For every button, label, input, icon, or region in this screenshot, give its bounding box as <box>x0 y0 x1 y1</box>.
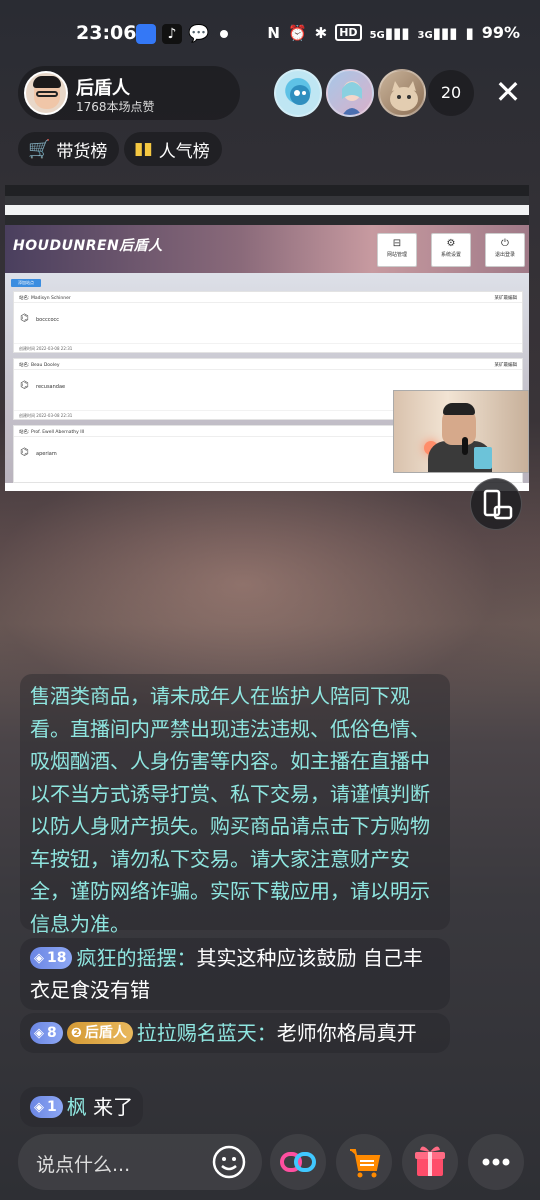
bar-chart-icon: ▮▮ <box>134 139 153 159</box>
wechat-icon: 💬 <box>188 24 210 44</box>
site-logo: HOUDUNREN后盾人 <box>13 238 163 254</box>
host-likes: 1768本场点赞 <box>76 100 155 114</box>
more-icon[interactable] <box>468 1134 524 1190</box>
app-notification-icon <box>136 24 156 44</box>
goods-rank-label: 带货榜 <box>56 141 108 162</box>
shared-screen[interactable]: HOUDUNREN后盾人 ⊟ 网站管理 ⚙ 系统设置 ⏻ 退出登录 添加站点 站名: … <box>5 185 529 491</box>
nfc-icon: N <box>267 23 280 42</box>
browser-tab-bar <box>5 185 529 196</box>
chat-username: 枫 <box>66 1095 87 1119</box>
link-icon[interactable] <box>270 1134 326 1190</box>
comment-placeholder: 说点什么... <box>36 1154 131 1176</box>
chat-username: 拉拉赐名蓝天： <box>136 1021 277 1045</box>
close-icon[interactable]: ✕ <box>490 74 526 110</box>
popularity-rank-button[interactable]: ▮▮ 人气榜 <box>124 132 222 166</box>
battery-level: 99% <box>481 23 520 42</box>
site-icon: ⌬ <box>20 380 29 391</box>
host-card[interactable]: 后盾人 1768本场点赞 <box>18 66 240 120</box>
chat-username: 疯狂的摇摆： <box>76 946 197 970</box>
site-icon: ⌬ <box>20 313 29 324</box>
host-name: 后盾人 <box>76 78 130 99</box>
signal-5g-icon: 5G▮▮▮ <box>369 23 410 42</box>
site-header: HOUDUNREN后盾人 ⊟ 网站管理 ⚙ 系统设置 ⏻ 退出登录 <box>5 225 529 273</box>
site-card: 站名: Madisyn Schinner 某矿最编辑 ⌬ bocccocc 创建时… <box>13 291 523 353</box>
chat-message[interactable]: ◈ 18 疯狂的摇摆：其实这种应该鼓励 自己丰衣足食没有错 <box>20 938 450 1010</box>
chat-message[interactable]: ◈ 1 枫 来了 <box>20 1087 144 1127</box>
emoji-icon[interactable] <box>210 1143 248 1181</box>
browser-bookmarks <box>5 205 529 215</box>
shopping-cart-icon[interactable] <box>336 1134 392 1190</box>
site-manage-button: ⊟ 网站管理 <box>377 233 417 267</box>
viewer-avatar[interactable] <box>378 69 426 117</box>
cart-icon: 🛒 <box>28 138 51 160</box>
status-bar: 23:06 ♪ 💬 N ⏰ ✱ HD 5G▮▮▮ 3G▮▮▮ ▮ 99% <box>0 0 540 70</box>
host-avatar[interactable] <box>24 71 68 115</box>
gem-icon: ◈ <box>34 951 44 966</box>
browser-toolbar <box>5 215 529 225</box>
gem-icon: ◈ <box>34 1100 44 1115</box>
signal-3g-icon: 3G▮▮▮ <box>417 23 458 42</box>
browser-address-bar <box>5 196 529 205</box>
add-site-button: 添加站点 <box>11 279 41 287</box>
fan-level-icon: ❷ <box>70 1026 82 1041</box>
comment-input[interactable]: 说点什么... <box>18 1134 262 1190</box>
level-badge: ◈ 1 <box>30 1096 63 1118</box>
popularity-rank-label: 人气榜 <box>158 141 210 162</box>
system-settings-button: ⚙ 系统设置 <box>431 233 471 267</box>
viewer-count[interactable]: 20 <box>428 70 474 116</box>
site-icon: ⌬ <box>20 447 29 458</box>
battery-icon: ▮ <box>465 23 474 42</box>
dot-icon <box>220 30 228 38</box>
gift-icon[interactable] <box>402 1134 458 1190</box>
gem-icon: ◈ <box>34 1026 44 1041</box>
status-time: 23:06 <box>76 22 137 44</box>
goods-rank-button[interactable]: 🛒 带货榜 <box>18 132 120 166</box>
chat-text: 老师你格局真开 <box>276 1021 417 1045</box>
webcam-overlay <box>393 390 529 473</box>
level-badge: ◈ 8 <box>30 1022 63 1044</box>
chat-message[interactable]: ◈ 8 ❷ 后盾人 拉拉赐名蓝天：老师你格局真开 <box>20 1013 450 1053</box>
logout-button: ⏻ 退出登录 <box>485 233 525 267</box>
hd-icon: HD <box>335 24 362 41</box>
bluetooth-icon: ✱ <box>314 23 328 42</box>
rotate-screen-icon[interactable] <box>470 478 522 530</box>
fan-badge: ❷ 后盾人 <box>66 1022 133 1044</box>
chat-text: 来了 <box>86 1095 134 1119</box>
alarm-icon: ⏰ <box>287 23 307 42</box>
status-right: N ⏰ ✱ HD 5G▮▮▮ 3G▮▮▮ ▮ 99% <box>267 23 520 42</box>
system-notice: 售酒类商品，请未成年人在监护人陪同下观看。直播间内严禁出现违法违规、低俗色情、吸… <box>20 674 450 936</box>
level-badge: ◈ 18 <box>30 947 73 969</box>
viewer-avatar[interactable] <box>274 69 322 117</box>
tiktok-icon: ♪ <box>162 24 182 44</box>
viewer-avatar[interactable] <box>326 69 374 117</box>
